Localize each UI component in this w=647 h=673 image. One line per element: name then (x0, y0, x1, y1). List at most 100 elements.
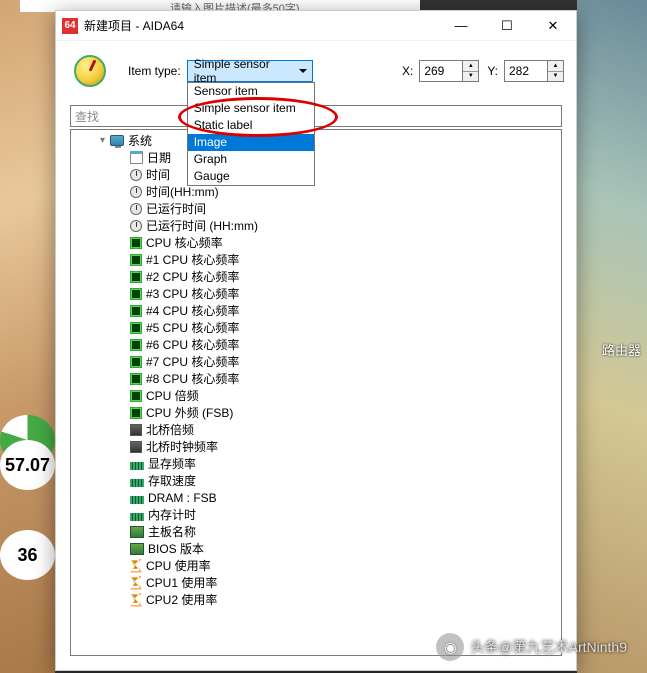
cpu-icon (130, 254, 142, 266)
expand-icon[interactable] (117, 356, 128, 367)
tree-item[interactable]: ▾系统 (71, 132, 561, 149)
expand-icon[interactable] (117, 169, 128, 180)
tree-item[interactable]: 已运行时间 (HH:mm) (71, 217, 561, 234)
chevron-down-icon[interactable]: ▼ (548, 72, 563, 82)
expand-icon[interactable]: ▾ (97, 135, 108, 146)
tree-item[interactable]: 北桥时钟频率 (71, 438, 561, 455)
expand-icon[interactable] (117, 475, 128, 486)
dropdown-option[interactable]: Sensor item (188, 83, 314, 100)
y-input[interactable] (504, 60, 548, 82)
expand-icon[interactable] (117, 492, 128, 503)
tree-item[interactable]: #6 CPU 核心频率 (71, 336, 561, 353)
dropdown-option[interactable]: Image (188, 134, 314, 151)
app-icon: 64 (62, 18, 78, 34)
bg-gauge-2: 36 (0, 530, 55, 580)
dropdown-option[interactable]: Simple sensor item (188, 100, 314, 117)
expand-icon[interactable] (117, 203, 128, 214)
titlebar[interactable]: 64 新建项目 - AIDA64 — ☐ ✕ (56, 11, 576, 41)
dropdown-option[interactable]: Gauge (188, 168, 314, 185)
tree-item[interactable]: 日期 (71, 149, 561, 166)
tree-item-label: CPU 使用率 (146, 557, 211, 574)
search-input[interactable]: 查找 (70, 105, 562, 127)
tree-item[interactable]: 显存频率 (71, 455, 561, 472)
expand-icon[interactable] (117, 186, 128, 197)
tree-item[interactable]: #7 CPU 核心频率 (71, 353, 561, 370)
y-spinner[interactable]: ▲▼ (548, 60, 564, 82)
expand-icon[interactable] (117, 254, 128, 265)
bg-gauge-1: 57.07 (0, 440, 55, 490)
mem-icon (130, 462, 144, 470)
chevron-down-icon[interactable]: ▼ (463, 72, 478, 82)
cpu-icon (130, 356, 142, 368)
tree-item-label: #3 CPU 核心频率 (146, 285, 239, 302)
tree-item[interactable]: CPU 倍频 (71, 387, 561, 404)
tree-item[interactable]: #4 CPU 核心频率 (71, 302, 561, 319)
tree-item[interactable]: CPU2 使用率 (71, 591, 561, 608)
tree-item[interactable]: 时间(HH:mm) (71, 183, 561, 200)
tree-item[interactable]: CPU 使用率 (71, 557, 561, 574)
expand-icon[interactable] (117, 594, 128, 605)
expand-icon[interactable] (117, 339, 128, 350)
maximize-button[interactable]: ☐ (484, 11, 530, 41)
tree-item[interactable]: #3 CPU 核心频率 (71, 285, 561, 302)
tree-item[interactable]: CPU 核心频率 (71, 234, 561, 251)
expand-icon[interactable] (117, 220, 128, 231)
mb-icon (130, 526, 144, 538)
expand-icon[interactable] (117, 305, 128, 316)
tree-item[interactable]: 时间 (71, 166, 561, 183)
expand-icon[interactable] (117, 526, 128, 537)
x-input[interactable] (419, 60, 463, 82)
tree-item[interactable]: BIOS 版本 (71, 540, 561, 557)
hg-icon (130, 559, 142, 573)
tree-item[interactable]: 已运行时间 (71, 200, 561, 217)
close-button[interactable]: ✕ (530, 11, 576, 41)
mem-icon (130, 496, 144, 504)
tree-item[interactable]: 存取速度 (71, 472, 561, 489)
expand-icon[interactable] (117, 543, 128, 554)
dialog-window: 64 新建项目 - AIDA64 — ☐ ✕ Item type: Simple… (55, 10, 577, 671)
hg-icon (130, 576, 142, 590)
expand-icon[interactable] (117, 560, 128, 571)
tree-item[interactable]: 主板名称 (71, 523, 561, 540)
chevron-up-icon[interactable]: ▲ (548, 61, 563, 72)
expand-icon[interactable] (117, 458, 128, 469)
expand-icon[interactable] (117, 237, 128, 248)
expand-icon[interactable] (117, 407, 128, 418)
chip-icon (130, 424, 142, 436)
dropdown-option[interactable]: Graph (188, 151, 314, 168)
tree-item-label: 显存频率 (148, 455, 196, 472)
expand-icon[interactable] (117, 390, 128, 401)
tree-item[interactable]: 内存计时 (71, 506, 561, 523)
watermark: ◉ 头条@第九艺术ArtNinth9 (436, 633, 627, 661)
tree-item[interactable]: #2 CPU 核心频率 (71, 268, 561, 285)
expand-icon[interactable] (117, 441, 128, 452)
tree-item[interactable]: CPU 外频 (FSB) (71, 404, 561, 421)
expand-icon[interactable] (117, 152, 128, 163)
tree-item-label: DRAM : FSB (148, 491, 217, 505)
sensor-tree[interactable]: ▾系统日期时间时间(HH:mm)已运行时间已运行时间 (HH:mm)CPU 核心… (71, 130, 561, 655)
expand-icon[interactable] (117, 509, 128, 520)
cpu-icon (130, 373, 142, 385)
expand-icon[interactable] (117, 424, 128, 435)
minimize-button[interactable]: — (438, 11, 484, 41)
clock-icon (130, 203, 142, 215)
chevron-up-icon[interactable]: ▲ (463, 61, 478, 72)
item-type-dropdown: Sensor itemSimple sensor itemStatic labe… (187, 82, 315, 186)
expand-icon[interactable] (117, 577, 128, 588)
expand-icon[interactable] (117, 322, 128, 333)
watermark-icon: ◉ (436, 633, 464, 661)
tree-item-label: #4 CPU 核心频率 (146, 302, 239, 319)
x-spinner[interactable]: ▲▼ (463, 60, 479, 82)
tree-item[interactable]: DRAM : FSB (71, 489, 561, 506)
tree-item[interactable]: CPU1 使用率 (71, 574, 561, 591)
tree-item[interactable]: #5 CPU 核心频率 (71, 319, 561, 336)
dropdown-option[interactable]: Static label (188, 117, 314, 134)
tree-item[interactable]: 北桥倍频 (71, 421, 561, 438)
expand-icon[interactable] (117, 288, 128, 299)
item-type-combo[interactable]: Simple sensor item Sensor itemSimple sen… (187, 60, 313, 82)
tree-item[interactable]: #8 CPU 核心频率 (71, 370, 561, 387)
tree-item-label: CPU2 使用率 (146, 591, 217, 608)
expand-icon[interactable] (117, 271, 128, 282)
tree-item[interactable]: #1 CPU 核心频率 (71, 251, 561, 268)
expand-icon[interactable] (117, 373, 128, 384)
